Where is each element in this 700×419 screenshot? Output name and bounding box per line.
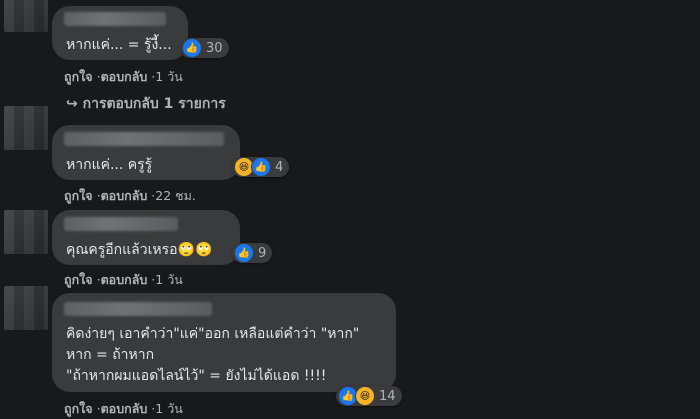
timestamp[interactable]: 1 วัน [155,272,183,287]
like-button[interactable]: ถูกใจ [64,69,93,84]
comment-text: คุณครูอีกแล้วเหรอ🙄🙄 [66,242,213,258]
comment-bubble: หากแค่... = รู้งี้... [52,6,188,60]
timestamp[interactable]: 1 วัน [155,69,183,84]
timestamp[interactable]: 1 วัน [155,401,183,416]
reaction-summary[interactable]: 👍 30 [180,38,229,58]
reaction-count: 14 [379,388,396,404]
comment-actions: ถูกใจ ·ตอบกลับ ·1 วัน [64,270,183,290]
comment-bubble: หากแค่... ครูรู้ [52,125,240,180]
reply-button[interactable]: ตอบกลับ [101,188,148,203]
like-icon: 👍 [182,38,202,58]
comment-actions: ถูกใจ ·ตอบกลับ ·1 วัน [64,67,183,87]
comment-text: คิดง่ายๆ เอาคำว่า"แค่"ออก เหลือแต่คำว่า … [66,326,360,342]
comment-text: หาก = ถ้าหาก [66,347,155,363]
avatar[interactable] [4,286,48,330]
timestamp[interactable]: 22 ชม. [155,188,196,203]
reply-button[interactable]: ตอบกลับ [101,272,148,287]
reaction-count: 30 [206,40,223,56]
commenter-name[interactable] [64,302,212,316]
like-button[interactable]: ถูกใจ [64,401,93,416]
comment-actions: ถูกใจ ·ตอบกลับ ·22 ชม. [64,186,196,206]
reaction-summary[interactable]: 👍 😆 14 [336,386,402,406]
comment-bubble: คิดง่ายๆ เอาคำว่า"แค่"ออก เหลือแต่คำว่า … [52,293,396,392]
commenter-name[interactable] [64,217,178,231]
haha-icon: 😆 [355,386,375,406]
avatar[interactable] [4,106,48,150]
reaction-count: 9 [258,245,267,261]
like-button[interactable]: ถูกใจ [64,188,93,203]
comment-text: "ถ้าหากผมแอดไลน์ไว้" = ยังไม่ได้แอด !!!! [66,368,327,384]
comment-text: หากแค่... ครูรู้ [66,157,153,173]
commenter-name[interactable] [64,132,224,146]
reply-button[interactable]: ตอบกลับ [101,401,148,416]
like-icon: 👍 [234,243,254,263]
reply-button[interactable]: ตอบกลับ [101,69,148,84]
comment-bubble: คุณครูอีกแล้วเหรอ🙄🙄 [52,210,240,265]
like-icon: 👍 [251,157,271,177]
like-button[interactable]: ถูกใจ [64,272,93,287]
view-replies-link[interactable]: ↪ การตอบกลับ 1 รายการ [66,93,226,115]
comment-actions: ถูกใจ ·ตอบกลับ ·1 วัน [64,399,183,419]
reaction-summary[interactable]: 😆 👍 4 [232,157,290,177]
commenter-name[interactable] [64,12,166,26]
avatar[interactable] [4,210,48,254]
avatar[interactable] [4,0,48,32]
comment-text: หากแค่... = รู้งี้... [66,37,172,53]
reaction-summary[interactable]: 👍 9 [232,243,273,263]
reaction-count: 4 [275,159,284,175]
